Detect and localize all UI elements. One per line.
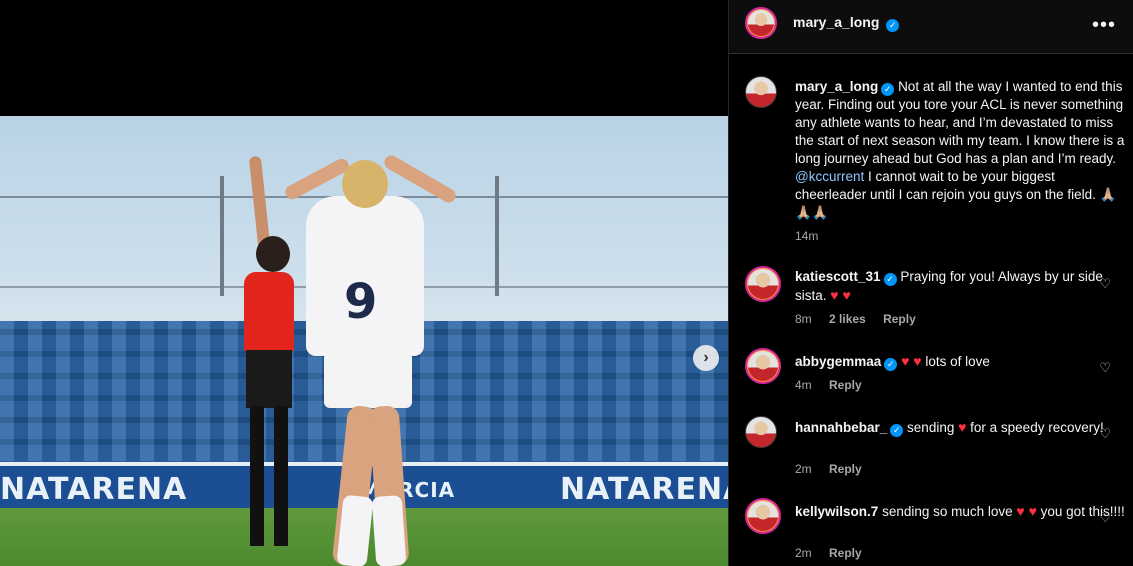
- like-comment-icon[interactable]: ♡: [1099, 426, 1111, 442]
- red-heart-icon: ♥ ♥: [901, 353, 922, 369]
- comment-body: lots of love: [921, 354, 990, 369]
- comment-username[interactable]: katiescott_31: [795, 269, 881, 284]
- reply-button[interactable]: Reply: [829, 462, 862, 476]
- red-heart-icon: ♥ ♥: [830, 287, 851, 303]
- comment-body-start: sending: [907, 420, 959, 435]
- comment-likes[interactable]: 2 likes: [829, 312, 866, 326]
- verified-badge-icon: ✓: [881, 83, 895, 96]
- comment-username[interactable]: kellywilson.7: [795, 504, 878, 519]
- comment-username[interactable]: hannahbebar_: [795, 420, 887, 435]
- avatar[interactable]: [745, 266, 781, 302]
- post-photo[interactable]: NATARENA MURCIA NATARENA 9: [0, 116, 728, 566]
- comment-meta: 2m Reply: [795, 462, 876, 476]
- like-comment-icon[interactable]: ♡: [1099, 276, 1111, 292]
- comment-timestamp[interactable]: 2m: [795, 546, 812, 560]
- comment-text: hannahbebar_ ✓ sending ♥ for a speedy rec…: [795, 418, 1125, 437]
- comment-text: katiescott_31 ✓ Praying for you! Always b…: [795, 268, 1125, 305]
- like-comment-icon[interactable]: ♡: [1099, 510, 1111, 526]
- comment-timestamp[interactable]: 2m: [795, 462, 812, 476]
- caption-timestamp[interactable]: 14m: [795, 229, 818, 243]
- fence-pole: [220, 176, 224, 296]
- verified-badge-icon: ✓: [884, 358, 898, 371]
- verified-badge-icon: ✓: [883, 273, 897, 286]
- fence-pole: [495, 176, 499, 296]
- caption-username[interactable]: mary_a_long: [795, 79, 878, 94]
- comment-meta: 8m 2 likes Reply: [795, 312, 930, 326]
- avatar[interactable]: [745, 76, 777, 108]
- player-figure: 9: [282, 152, 459, 566]
- comment-meta: 2m Reply: [795, 546, 876, 560]
- comment-username[interactable]: abbygemmaa: [795, 354, 881, 369]
- comment-body: you got this!!!!: [1036, 504, 1125, 519]
- post-media[interactable]: NATARENA MURCIA NATARENA 9 ›: [0, 0, 728, 566]
- more-options-icon[interactable]: •••: [1092, 14, 1116, 37]
- comment-meta: 4m Reply: [795, 378, 876, 392]
- verified-badge-icon: ✓: [890, 424, 904, 437]
- comment-text: abbygemmaa ✓ ♥ ♥ lots of love: [795, 352, 1125, 371]
- avatar[interactable]: [745, 7, 777, 39]
- post-header: mary_a_long ✓ •••: [729, 0, 1133, 54]
- username[interactable]: mary_a_long: [793, 14, 879, 30]
- comment-body-start: sending so much love: [882, 504, 1017, 519]
- mention-link[interactable]: @kccurrent: [795, 169, 864, 184]
- avatar[interactable]: [745, 348, 781, 384]
- post-author[interactable]: mary_a_long ✓: [793, 14, 900, 32]
- caption-text: mary_a_long ✓ Not at all the way I wanted…: [795, 78, 1125, 222]
- next-media-button[interactable]: ›: [693, 345, 719, 371]
- post-side-panel: mary_a_long ✓ ••• mary_a_long ✓ Not at al…: [728, 0, 1133, 566]
- reply-button[interactable]: Reply: [883, 312, 916, 326]
- caption-meta: 14m: [795, 229, 832, 243]
- jersey-number: 9: [344, 274, 378, 330]
- avatar[interactable]: [745, 416, 777, 448]
- comment-body: for a speedy recovery!: [966, 420, 1104, 435]
- board-text: NATARENA: [560, 472, 728, 507]
- like-comment-icon[interactable]: ♡: [1099, 360, 1111, 376]
- comment-timestamp[interactable]: 4m: [795, 378, 812, 392]
- board-text: NATARENA: [0, 472, 188, 507]
- reply-button[interactable]: Reply: [829, 546, 862, 560]
- verified-badge-icon: ✓: [886, 19, 900, 32]
- reply-button[interactable]: Reply: [829, 378, 862, 392]
- referee-figure: [238, 155, 298, 546]
- avatar[interactable]: [745, 498, 781, 534]
- red-heart-icon: ♥ ♥: [1016, 503, 1037, 519]
- comment-text: kellywilson.7 sending so much love ♥ ♥ y…: [795, 502, 1125, 521]
- comment-timestamp[interactable]: 8m: [795, 312, 812, 326]
